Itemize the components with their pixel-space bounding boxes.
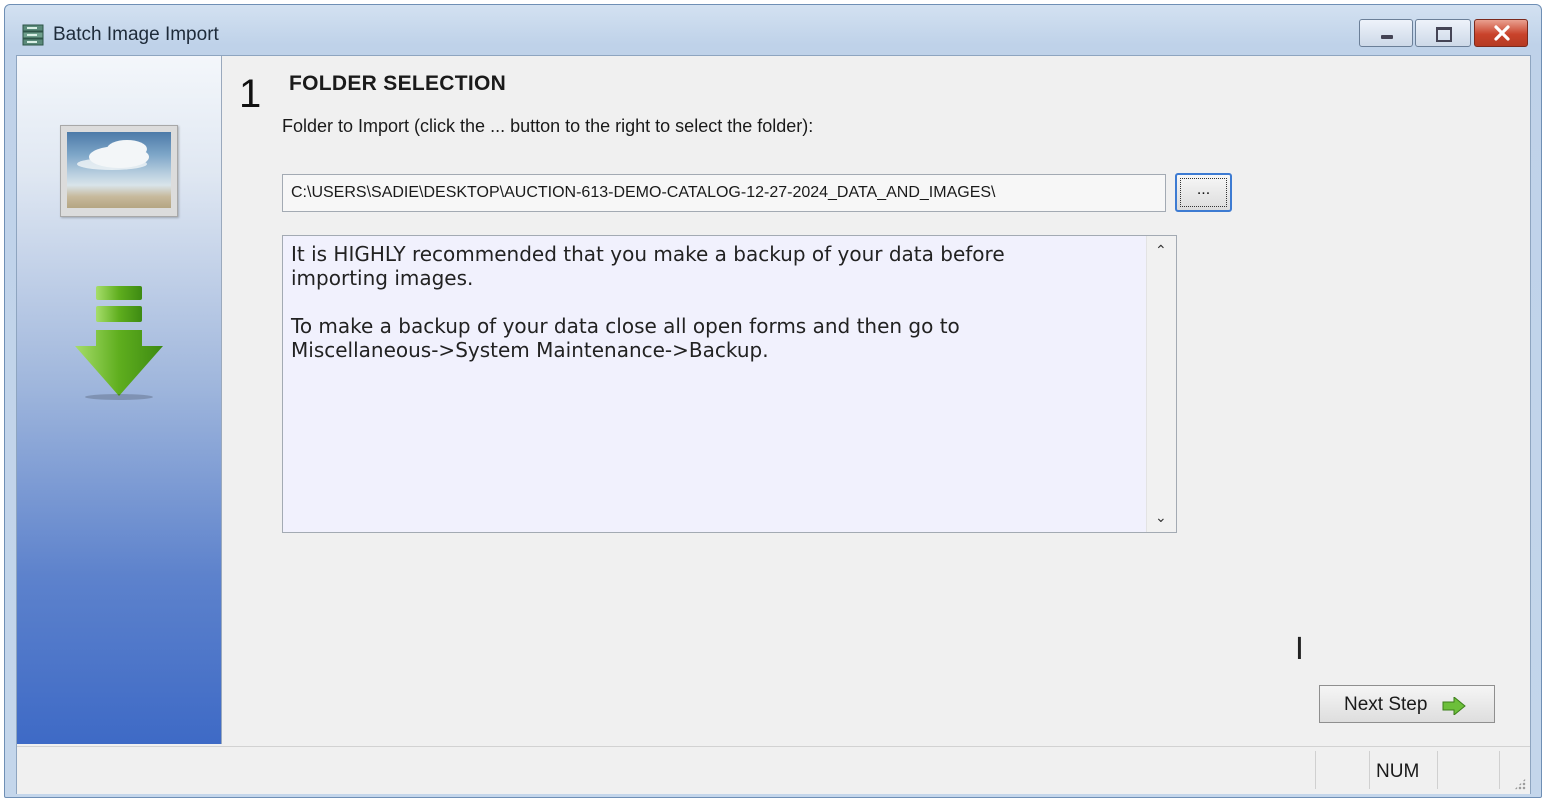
browse-folder-button[interactable]: ...: [1175, 173, 1232, 212]
status-separator: [1437, 751, 1438, 789]
status-bar: NUM: [17, 746, 1530, 794]
resize-grip-icon[interactable]: [1514, 778, 1526, 790]
app-icon: [22, 24, 44, 46]
text-cursor-icon: I: [1295, 632, 1304, 667]
status-separator: [1499, 751, 1500, 789]
batch-image-import-window: Batch Image Import 1 FOLDER SELECTION Fo…: [4, 4, 1542, 798]
vertical-scrollbar[interactable]: ⌃ ⌄: [1146, 236, 1176, 532]
backup-notice-text: It is HIGHLY recommended that you make a…: [291, 242, 1005, 362]
close-button[interactable]: [1474, 19, 1528, 47]
step-title: FOLDER SELECTION: [289, 72, 507, 95]
status-separator: [1315, 751, 1316, 789]
status-separator: [1369, 751, 1370, 789]
next-step-label: Next Step: [1344, 694, 1428, 715]
next-step-button[interactable]: Next Step: [1319, 685, 1495, 723]
focus-rectangle: [1180, 178, 1227, 207]
folder-label: Folder to Import (click the ... button t…: [282, 116, 814, 136]
maximize-icon: [1436, 27, 1452, 42]
minimize-icon: [1381, 35, 1393, 39]
landscape-image-icon: [60, 125, 178, 217]
wizard-sidebar: [17, 56, 222, 744]
arrow-right-icon: [1442, 697, 1466, 715]
dialog-client-area: 1 FOLDER SELECTION Folder to Import (cli…: [16, 55, 1531, 794]
folder-path-field[interactable]: [282, 174, 1166, 212]
close-icon: [1494, 25, 1510, 41]
chevron-down-icon[interactable]: ⌄: [1155, 509, 1167, 526]
maximize-button[interactable]: [1415, 19, 1471, 47]
minimize-button[interactable]: [1359, 19, 1413, 47]
step-number: 1: [239, 72, 262, 116]
window-title: Batch Image Import: [53, 24, 219, 45]
chevron-up-icon[interactable]: ⌃: [1155, 242, 1167, 259]
download-arrow-icon: [75, 286, 163, 400]
backup-notice-textbox[interactable]: It is HIGHLY recommended that you make a…: [282, 235, 1177, 533]
title-bar[interactable]: Batch Image Import: [5, 5, 1541, 55]
num-lock-indicator: NUM: [1376, 761, 1420, 782]
